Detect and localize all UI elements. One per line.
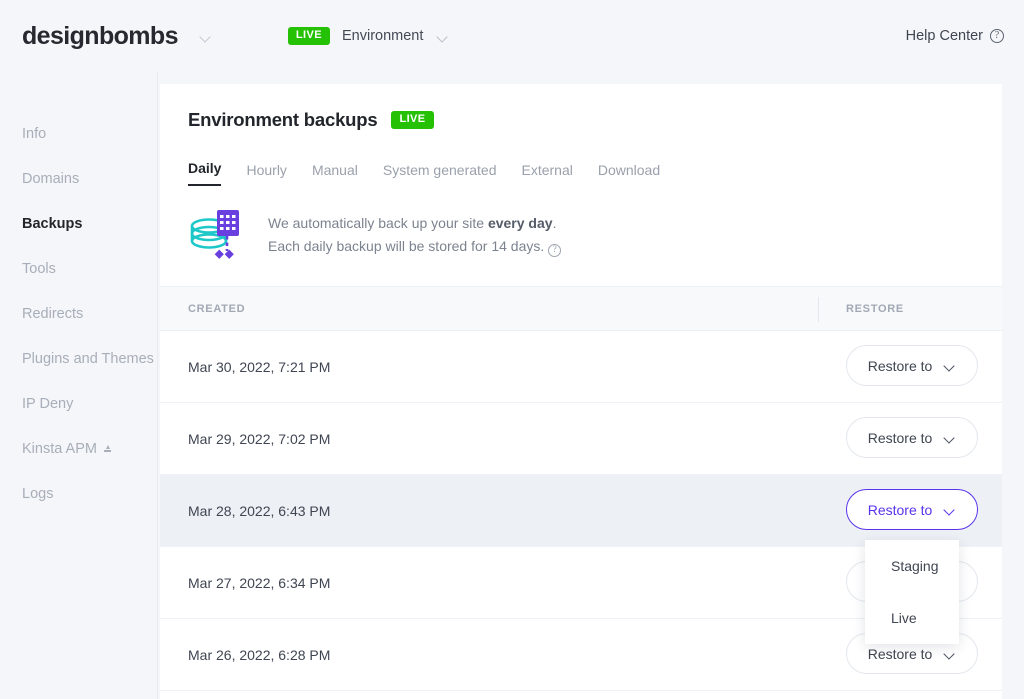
brand-logo: designbombs (22, 21, 179, 50)
help-center-link[interactable]: Help Center ? (906, 28, 1004, 44)
backup-created-date: Mar 27, 2022, 6:34 PM (188, 574, 331, 591)
info-line-2-text: Each daily backup will be stored for 14 … (268, 238, 545, 254)
chevron-down-icon (944, 361, 956, 373)
sidebar: Info Domains Backups Tools Redirects Plu… (0, 72, 158, 699)
tab-external[interactable]: External (521, 162, 572, 186)
card-header: Environment backups LIVE (160, 84, 1002, 131)
question-circle-icon[interactable]: ? (548, 244, 562, 257)
sidebar-item-plugins-and-themes[interactable]: Plugins and Themes (0, 337, 157, 382)
restore-to-label: Restore to (867, 501, 933, 518)
environment-selector[interactable]: LIVE Environment (287, 27, 449, 45)
dropdown-item-live[interactable]: Live (865, 592, 959, 644)
tab-bar: Daily Hourly Manual System generated Ext… (188, 154, 1002, 186)
restore-to-button-active[interactable]: Restore to (846, 489, 978, 530)
tab-download[interactable]: Download (598, 162, 660, 186)
sidebar-item-ip-deny[interactable]: IP Deny (0, 382, 157, 427)
brand-group[interactable]: designbombs (22, 22, 212, 51)
restore-to-button[interactable]: Restore to (846, 417, 978, 458)
tab-manual[interactable]: Manual (312, 162, 358, 186)
restore-to-label: Restore to (867, 429, 933, 446)
chevron-down-icon (944, 433, 956, 445)
tab-hourly[interactable]: Hourly (246, 162, 286, 186)
sidebar-item-kinsta-apm[interactable]: Kinsta APM (0, 427, 157, 472)
column-divider (818, 297, 819, 322)
column-header-restore: RESTORE (846, 303, 904, 315)
table-header: CREATED RESTORE (160, 286, 1002, 331)
sidebar-item-redirects[interactable]: Redirects (0, 292, 157, 337)
info-line-1-prefix: We automatically back up your site (268, 215, 488, 231)
new-flag-icon (103, 445, 111, 454)
info-line-2: Each daily backup will be stored for 14 … (268, 235, 562, 258)
restore-to-label: Restore to (867, 357, 933, 374)
table-row: Mar 29, 2022, 7:02 PM Restore to (160, 403, 1002, 475)
chevron-down-icon[interactable] (200, 32, 212, 44)
sidebar-item-logs[interactable]: Logs (0, 472, 157, 517)
backup-created-date: Mar 30, 2022, 7:21 PM (188, 358, 331, 375)
info-line-1-suffix: . (552, 215, 557, 231)
top-bar: designbombs LIVE Environment Help Center… (0, 0, 1024, 72)
column-header-created: CREATED (188, 303, 246, 315)
dropdown-item-staging[interactable]: Staging (865, 540, 959, 592)
tab-system-generated[interactable]: System generated (383, 162, 497, 186)
tab-daily[interactable]: Daily (188, 160, 222, 186)
chevron-down-icon[interactable] (437, 32, 449, 44)
chevron-down-icon (944, 505, 956, 517)
sidebar-item-info[interactable]: Info (0, 112, 157, 157)
sidebar-item-tools[interactable]: Tools (0, 247, 157, 292)
restore-to-button[interactable]: Restore to (846, 345, 978, 386)
backup-created-date: Mar 29, 2022, 7:02 PM (188, 430, 331, 447)
environment-label: Environment (341, 28, 424, 44)
live-badge: LIVE (287, 27, 330, 45)
sidebar-item-domains[interactable]: Domains (0, 157, 157, 202)
chevron-down-icon (944, 649, 956, 661)
restore-to-label: Restore to (867, 645, 933, 662)
restore-to-dropdown-menu: Staging Live (865, 540, 959, 644)
table-row: Mar 28, 2022, 6:43 PM Restore to (160, 475, 1002, 547)
info-line-1-bold: every day (487, 215, 553, 231)
info-strip: We automatically back up your site every… (160, 186, 1002, 286)
backup-created-date: Mar 28, 2022, 6:43 PM (188, 502, 331, 519)
question-circle-icon: ? (990, 29, 1004, 43)
help-center-label: Help Center (905, 28, 983, 44)
sidebar-item-label: Kinsta APM (22, 441, 97, 457)
backups-card: Environment backups LIVE Daily Hourly Ma… (160, 84, 1002, 699)
info-text: We automatically back up your site every… (268, 206, 562, 258)
info-line-1: We automatically back up your site every… (268, 212, 561, 235)
page-title: Environment backups (188, 109, 378, 130)
backup-created-date: Mar 26, 2022, 6:28 PM (188, 646, 331, 663)
database-calendar-icon (188, 206, 246, 264)
sidebar-item-backups[interactable]: Backups (0, 202, 157, 247)
table-row: Mar 30, 2022, 7:21 PM Restore to (160, 331, 1002, 403)
status-badge: LIVE (391, 111, 434, 129)
